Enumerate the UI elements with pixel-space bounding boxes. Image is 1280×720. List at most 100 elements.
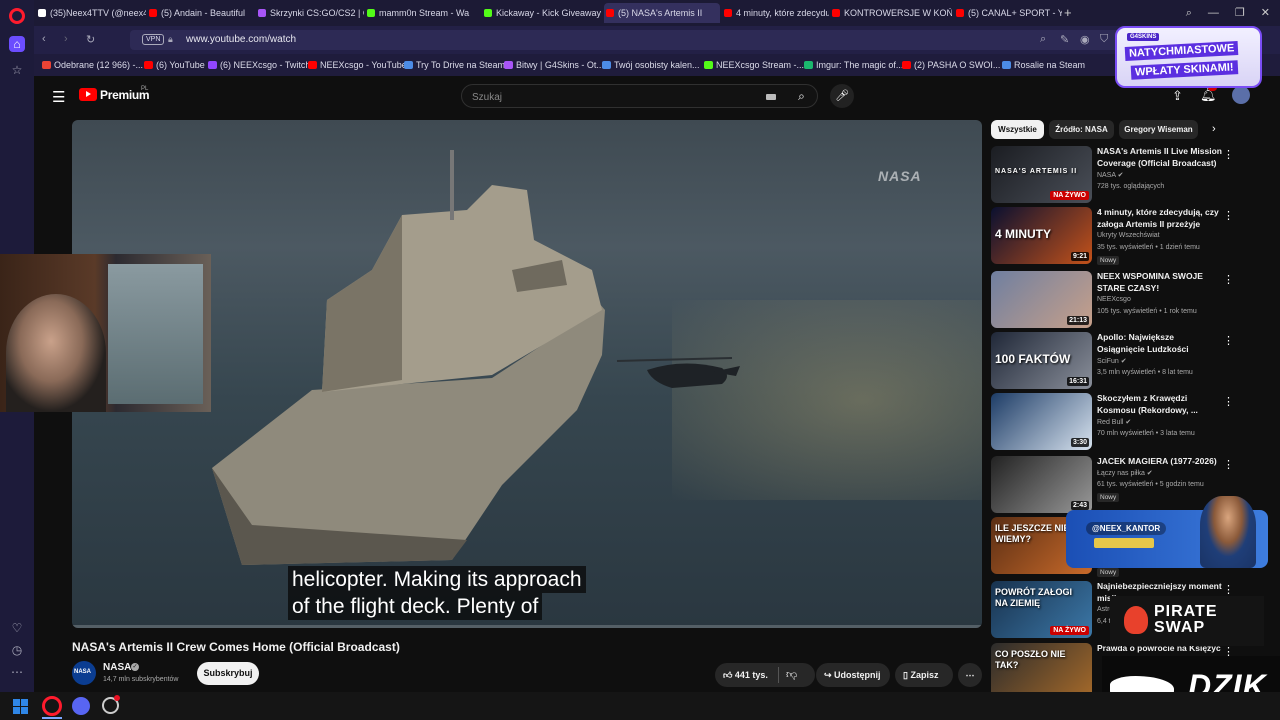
subscribe-button[interactable]: Subskrybuj	[197, 662, 259, 685]
recommended-channel-name[interactable]: NASA ✔	[1097, 171, 1124, 179]
opera-taskbar-icon[interactable]	[42, 696, 62, 716]
recommended-video-title[interactable]: Skoczyłem z Krawędzi Kosmosu (Rekordowy,…	[1097, 393, 1223, 416]
recommended-channel-name[interactable]: Red Bull ✔	[1097, 418, 1131, 426]
more-options-icon[interactable]: ⋮	[1223, 334, 1234, 347]
camera-icon[interactable]: ◉	[1080, 33, 1090, 46]
upload-icon[interactable]: ⇪	[1172, 88, 1183, 104]
recommended-video[interactable]: 2:43 JACEK MAGIERA (1977-2026) Łączy nas p…	[991, 456, 1237, 514]
recommended-video-title[interactable]: JACEK MAGIERA (1977-2026)	[1097, 456, 1223, 468]
video-thumbnail[interactable]: 3:30	[991, 393, 1092, 450]
close-window-icon[interactable]: ✕	[1261, 7, 1270, 19]
recommended-video[interactable]: 4 MINUTY 9:21 4 minuty, które zdecydują, c…	[991, 207, 1237, 265]
search-input[interactable]	[472, 89, 752, 105]
like-button[interactable]: 👍︎ 441 tys.	[715, 663, 815, 687]
video-thumbnail[interactable]: 100 FAKTÓW 16:31	[991, 332, 1092, 389]
recommended-video-title[interactable]: NEEX WSPOMINA SWOJE STARE CZASY!	[1097, 271, 1223, 294]
reload-icon[interactable]: ↻	[86, 33, 95, 46]
more-icon[interactable]: ⋯	[9, 664, 25, 680]
history-icon[interactable]: ◷	[9, 642, 25, 658]
lock-icon[interactable]: 🔒︎	[168, 34, 173, 45]
search-tabs-icon[interactable]: ⌕	[1186, 7, 1192, 19]
browser-tab[interactable]: Skrzynki CS:GO/CS2 | G4S	[256, 3, 364, 23]
browser-tab[interactable]: Kickaway - Kick Giveaway	[482, 3, 602, 23]
bookmark-item[interactable]: (6) YouTube	[144, 60, 205, 70]
search-button[interactable]: ⌕	[784, 85, 819, 107]
recommended-video[interactable]: 21:13 NEEX WSPOMINA SWOJE STARE CZASY! NEE…	[991, 271, 1237, 329]
bookmark-item[interactable]: Rosalie na Steam	[1002, 60, 1085, 70]
bookmark-item[interactable]: NEEXcsgo Stream -...	[704, 60, 804, 70]
video-thumbnail[interactable]: NASA'S ARTEMIS II NA ŻYWO	[991, 146, 1092, 203]
bookmark-item[interactable]: Odebrane (12 966) -...	[42, 60, 143, 70]
bookmark-item[interactable]: Twój osobisty kalen...	[602, 60, 700, 70]
browser-tab[interactable]: (5) Andain - Beautiful	[147, 3, 255, 23]
youtube-logo-icon[interactable]	[79, 88, 97, 101]
forward-icon[interactable]: ›	[64, 33, 68, 45]
bookmark-item[interactable]: Imgur: The magic of...	[804, 60, 903, 70]
star-icon[interactable]: ☆	[9, 62, 25, 78]
bookmark-label: (6) NEEXcsgo - Twitch	[220, 60, 311, 70]
recommended-video-title[interactable]: Apollo: Największe Osiągnięcie Ludzkości	[1097, 332, 1223, 355]
more-options-icon[interactable]: ⋮	[1223, 395, 1234, 408]
filter-chip[interactable]: Źródło: NASA	[1049, 120, 1114, 139]
thumbnail-text: NASA'S ARTEMIS II	[995, 168, 1078, 175]
save-button[interactable]: ▯ Zapisz	[895, 663, 953, 687]
video-thumbnail[interactable]: 2:43	[991, 456, 1092, 513]
edit-icon[interactable]: ✎	[1060, 33, 1069, 46]
thumbs-down-icon[interactable]: 👎︎	[786, 668, 797, 681]
live-badge: NA ŻYWO	[1050, 191, 1089, 200]
filter-chip[interactable]: Wszystkie	[991, 120, 1044, 139]
more-options-icon[interactable]: ⋮	[1223, 273, 1234, 286]
windows-start-icon[interactable]	[13, 699, 28, 714]
hamburger-menu-icon[interactable]: ☰	[52, 88, 65, 106]
browser-tab[interactable]: (35)Neex4TTV (@neex4tt	[36, 3, 146, 23]
vpn-badge[interactable]: VPN	[142, 34, 165, 45]
search-page-icon[interactable]: ⌕	[1040, 33, 1046, 46]
recommended-channel-name[interactable]: Łączy nas piłka ✔	[1097, 469, 1153, 477]
user-avatar[interactable]	[1232, 86, 1250, 104]
heart-icon[interactable]: ♡	[9, 620, 25, 636]
minimize-icon[interactable]: —	[1208, 7, 1219, 19]
browser-tab[interactable]: (5) CANAL+ SPORT - YouT	[954, 3, 1062, 23]
channel-name[interactable]: NASA	[103, 662, 131, 673]
video-thumbnail[interactable]: 4 MINUTY 9:21	[991, 207, 1092, 264]
discord-taskbar-icon[interactable]	[72, 697, 90, 715]
url-text[interactable]: www.youtube.com/watch	[186, 34, 296, 45]
recommended-channel-name[interactable]: Ukryty Wszechświat	[1097, 232, 1160, 239]
browser-tab[interactable]: (5) NASA's Artemis II	[604, 3, 720, 23]
share-button[interactable]: ↪ Udostępnij	[816, 663, 890, 687]
filter-chip[interactable]: Gregory Wiseman	[1119, 120, 1198, 139]
home-icon[interactable]: ⌂	[9, 36, 25, 52]
recommended-video-title[interactable]: 4 minuty, które zdecydują, czy załoga Ar…	[1097, 207, 1223, 230]
more-options-icon[interactable]: ⋮	[1223, 458, 1234, 471]
more-actions-button[interactable]: ⋯	[958, 663, 982, 687]
back-icon[interactable]: ‹	[42, 33, 46, 45]
more-options-icon[interactable]: ⋮	[1223, 209, 1234, 222]
recommended-video[interactable]: NASA'S ARTEMIS II NA ŻYWO NASA's Artemis I…	[991, 146, 1237, 204]
shield-icon[interactable]: ⛉	[1100, 33, 1108, 46]
browser-tab[interactable]: 4 minuty, które zdecydują	[722, 3, 829, 23]
new-tab-button[interactable]: +	[1064, 5, 1072, 20]
video-thumbnail[interactable]: POWRÓT ZAŁOGI NA ZIEMIĘ NA ŻYWO	[991, 581, 1092, 638]
voice-search-button[interactable]: 🎤︎	[830, 84, 854, 108]
progress-bar[interactable]	[72, 625, 982, 628]
more-options-icon[interactable]: ⋮	[1223, 148, 1234, 161]
bookmark-item[interactable]: Bitwy | G4Skins - Ot...	[504, 60, 604, 70]
bookmark-item[interactable]: (2) PASHA O SWOI...	[902, 60, 1000, 70]
recommended-channel-name[interactable]: NEEXcsgo	[1097, 296, 1131, 303]
browser-tab[interactable]: KONTROWERSJE W KOŃC	[830, 3, 952, 23]
recommended-video[interactable]: 3:30 Skoczyłem z Krawędzi Kosmosu (Rekord…	[991, 393, 1237, 451]
chevron-right-icon[interactable]: ›	[1212, 123, 1216, 135]
recommended-video-title[interactable]: NASA's Artemis II Live Mission Coverage …	[1097, 146, 1223, 169]
bookmark-item[interactable]: NEEXcsgo - YouTube	[308, 60, 407, 70]
maximize-icon[interactable]: ❐	[1235, 7, 1245, 19]
more-options-icon[interactable]: ⋮	[1223, 583, 1234, 596]
recommended-channel-name[interactable]: SciFun ✔	[1097, 357, 1127, 365]
browser-tab[interactable]: mamm0n Stream - Wa	[365, 3, 481, 23]
keyboard-icon[interactable]	[766, 94, 776, 100]
recommended-video[interactable]: 100 FAKTÓW 16:31 Apollo: Największe Osiągn…	[991, 332, 1237, 390]
bookmark-item[interactable]: Try To Drive na Steam	[404, 60, 505, 70]
video-thumbnail[interactable]: 21:13	[991, 271, 1092, 328]
bookmark-item[interactable]: (6) NEEXcsgo - Twitch	[208, 60, 310, 70]
channel-avatar[interactable]	[72, 661, 96, 685]
opera-logo-icon[interactable]	[9, 8, 25, 24]
